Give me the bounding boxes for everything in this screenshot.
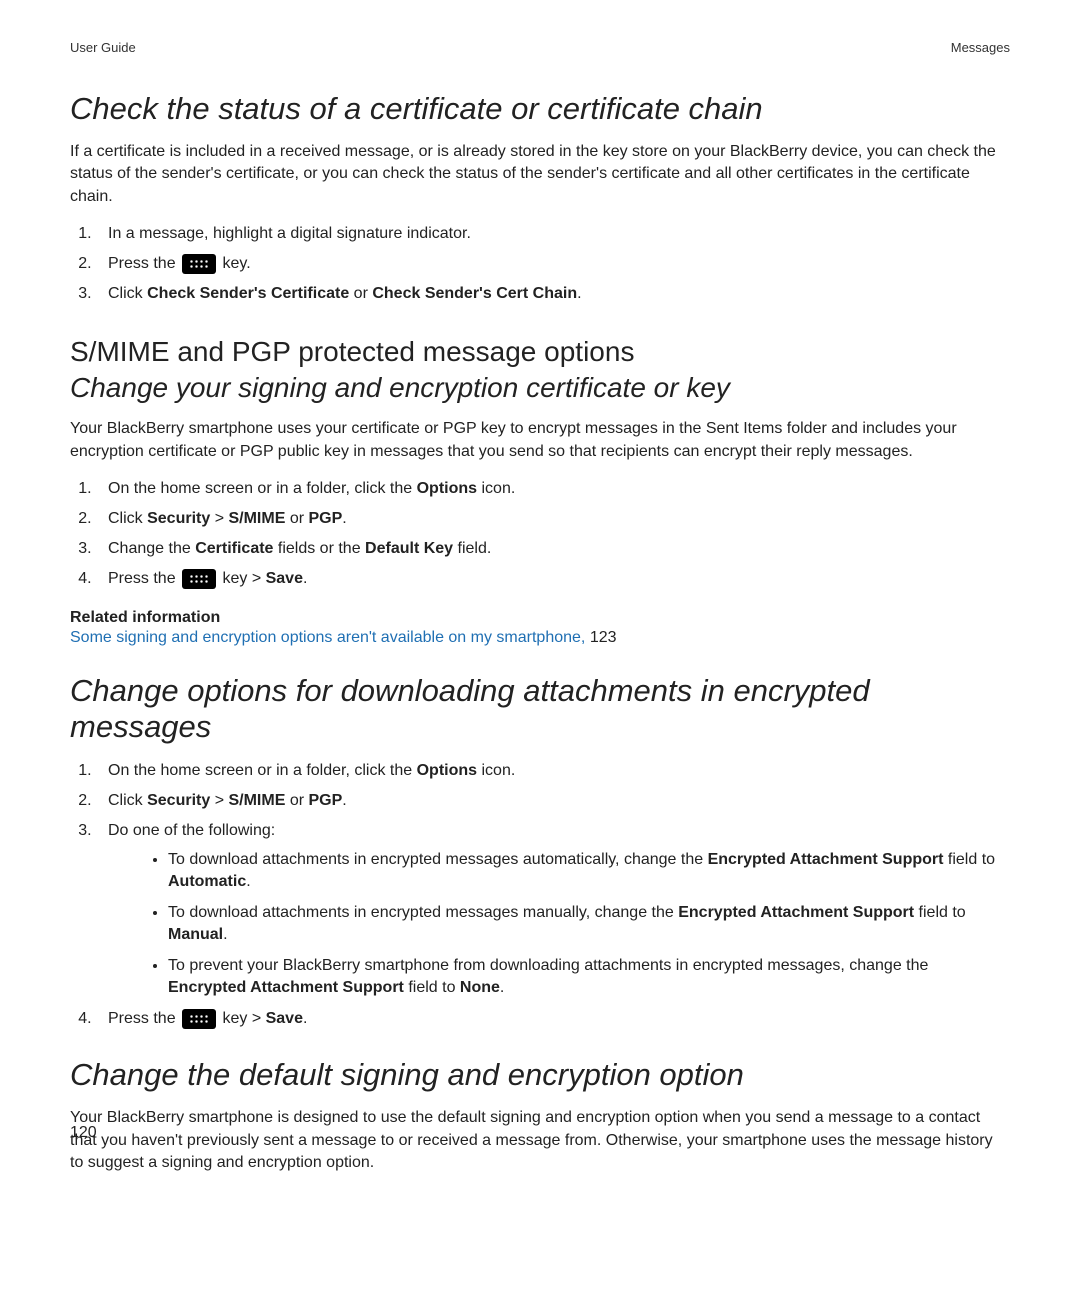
menu-item: Save <box>266 570 303 587</box>
text: > <box>210 792 228 809</box>
header-left: User Guide <box>70 40 136 55</box>
bullet: To download attachments in encrypted mes… <box>168 902 1010 947</box>
menu-item: S/MIME <box>228 792 285 809</box>
menu-item: Check Sender's Cert Chain <box>372 285 577 302</box>
related-info-heading: Related information <box>70 609 1010 627</box>
text: Do one of the following: <box>108 822 275 839</box>
text: . <box>303 570 307 587</box>
step: Click Security > S/MIME or PGP. <box>96 789 1010 813</box>
related-info-link-row: Some signing and encryption options aren… <box>70 629 1010 647</box>
text: field to <box>914 904 966 921</box>
text: To prevent your BlackBerry smartphone fr… <box>168 957 928 974</box>
steps-check-cert: In a message, highlight a digital signat… <box>70 222 1010 306</box>
menu-item: Security <box>147 792 210 809</box>
step: Press the key > Save. <box>96 1007 1010 1031</box>
icon-name: Options <box>417 762 477 779</box>
text: field. <box>453 540 491 557</box>
text: key > <box>218 1010 266 1027</box>
step: Press the key > Save. <box>96 567 1010 591</box>
steps-change-cert: On the home screen or in a folder, click… <box>70 477 1010 591</box>
field-name: Encrypted Attachment Support <box>168 979 404 996</box>
blackberry-key-icon <box>182 1009 216 1029</box>
text: Click <box>108 792 147 809</box>
text: or <box>285 792 308 809</box>
bullet: To prevent your BlackBerry smartphone fr… <box>168 955 1010 1000</box>
text: Press the <box>108 570 180 587</box>
text: field to <box>943 851 995 868</box>
blackberry-key-icon <box>182 569 216 589</box>
menu-item: Check Sender's Certificate <box>147 285 349 302</box>
field-value: None <box>460 979 500 996</box>
para-default-signing: Your BlackBerry smartphone is designed t… <box>70 1107 1010 1174</box>
step: Click Security > S/MIME or PGP. <box>96 507 1010 531</box>
step: In a message, highlight a digital signat… <box>96 222 1010 246</box>
step: Press the key. <box>96 252 1010 276</box>
text: or <box>285 510 308 527</box>
text: . <box>303 1010 307 1027</box>
heading-change-signing-cert: Change your signing and encryption certi… <box>70 372 1010 404</box>
heading-smime-pgp-options: S/MIME and PGP protected message options <box>70 336 1010 368</box>
field-value: Manual <box>168 926 223 943</box>
text: . <box>500 979 504 996</box>
text: Press the <box>108 255 180 272</box>
step: On the home screen or in a folder, click… <box>96 477 1010 501</box>
text: or <box>349 285 372 302</box>
text: To download attachments in encrypted mes… <box>168 904 678 921</box>
step: Do one of the following: To download att… <box>96 819 1010 999</box>
text: . <box>577 285 581 302</box>
text: key > <box>218 570 266 587</box>
text: Click <box>108 510 147 527</box>
bullet: To download attachments in encrypted mes… <box>168 849 1010 894</box>
heading-default-signing: Change the default signing and encryptio… <box>70 1057 1010 1093</box>
menu-item: Save <box>266 1010 303 1027</box>
steps-download-attachments: On the home screen or in a folder, click… <box>70 759 1010 1031</box>
text: field to <box>404 979 460 996</box>
field-name: Encrypted Attachment Support <box>708 851 944 868</box>
heading-download-attachments: Change options for downloading attachmen… <box>70 673 1010 745</box>
text: On the home screen or in a folder, click… <box>108 480 417 497</box>
text: . <box>342 510 346 527</box>
menu-item: S/MIME <box>228 510 285 527</box>
blackberry-key-icon <box>182 254 216 274</box>
text: To download attachments in encrypted mes… <box>168 851 708 868</box>
running-header: User Guide Messages <box>70 40 1010 55</box>
text: icon. <box>477 762 515 779</box>
menu-item: PGP <box>309 510 343 527</box>
header-right: Messages <box>951 40 1010 55</box>
sub-bullets: To download attachments in encrypted mes… <box>108 849 1010 999</box>
text: . <box>342 792 346 809</box>
text: . <box>223 926 227 943</box>
heading-check-cert-status: Check the status of a certificate or cer… <box>70 91 1010 127</box>
text: fields or the <box>273 540 365 557</box>
text: > <box>210 510 228 527</box>
text: key. <box>218 255 251 272</box>
menu-item: PGP <box>309 792 343 809</box>
menu-item: Security <box>147 510 210 527</box>
text: On the home screen or in a folder, click… <box>108 762 417 779</box>
related-page-ref: 123 <box>590 629 617 646</box>
step: On the home screen or in a folder, click… <box>96 759 1010 783</box>
field-value: Automatic <box>168 873 246 890</box>
text: Change the <box>108 540 195 557</box>
icon-name: Options <box>417 480 477 497</box>
text: Press the <box>108 1010 180 1027</box>
page-number: 120 <box>70 1124 97 1142</box>
text: Click <box>108 285 147 302</box>
page: User Guide Messages Check the status of … <box>0 0 1080 1296</box>
text: . <box>246 873 250 890</box>
field-name: Encrypted Attachment Support <box>678 904 914 921</box>
text: icon. <box>477 480 515 497</box>
step: Click Check Sender's Certificate or Chec… <box>96 282 1010 306</box>
para-change-signing-cert: Your BlackBerry smartphone uses your cer… <box>70 418 1010 463</box>
field-name: Certificate <box>195 540 273 557</box>
para-check-cert-status: If a certificate is included in a receiv… <box>70 141 1010 208</box>
step: Change the Certificate fields or the Def… <box>96 537 1010 561</box>
field-name: Default Key <box>365 540 453 557</box>
related-link[interactable]: Some signing and encryption options aren… <box>70 629 590 646</box>
